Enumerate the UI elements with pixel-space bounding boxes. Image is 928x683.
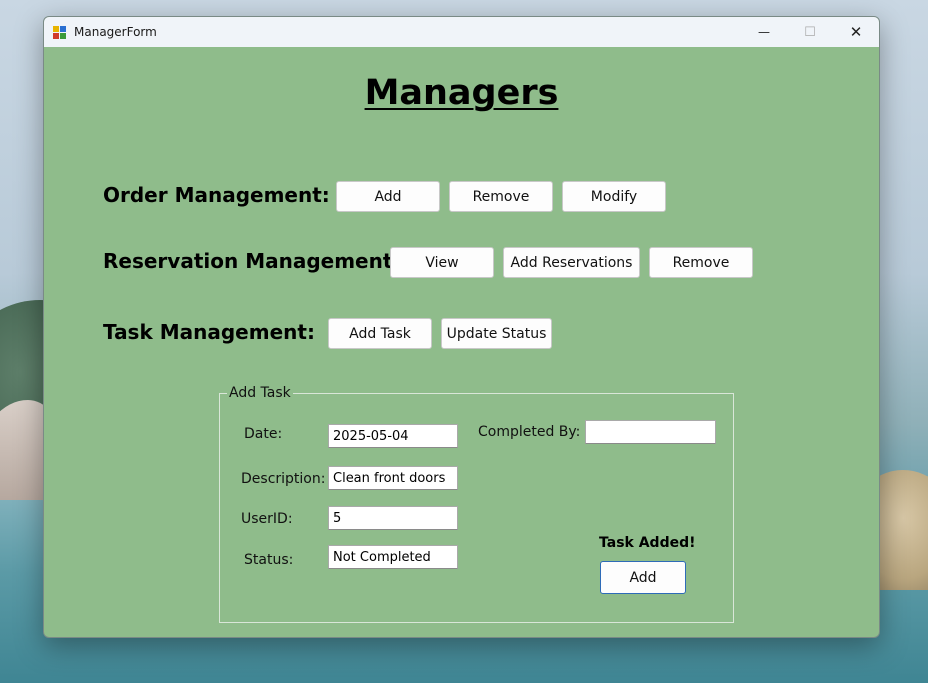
order-remove-button[interactable]: Remove — [449, 181, 553, 212]
manager-form-window: ManagerForm — ☐ ✕ Managers Order Managem… — [43, 16, 880, 638]
maximize-button[interactable]: ☐ — [787, 17, 833, 47]
reservation-remove-button[interactable]: Remove — [649, 247, 753, 278]
title-bar[interactable]: ManagerForm — ☐ ✕ — [44, 17, 879, 47]
userid-label: UserID: — [241, 511, 293, 527]
task-management-label: Task Management: — [103, 320, 315, 344]
date-label: Date: — [244, 426, 283, 442]
order-management-label: Order Management: — [103, 183, 330, 207]
completed-by-label: Completed By: — [478, 424, 581, 440]
task-add-button[interactable]: Add — [600, 561, 686, 594]
task-added-message: Task Added! — [599, 535, 696, 551]
date-field[interactable]: 2025-05-04 — [328, 424, 458, 448]
add-reservations-button[interactable]: Add Reservations — [503, 247, 640, 278]
description-field[interactable]: Clean front doors — [328, 466, 458, 490]
userid-field[interactable]: 5 — [328, 506, 458, 530]
order-add-button[interactable]: Add — [336, 181, 440, 212]
close-icon: ✕ — [849, 23, 863, 41]
page-title-text: Managers — [364, 73, 559, 113]
window-title: ManagerForm — [74, 25, 157, 39]
update-status-button[interactable]: Update Status — [441, 318, 552, 349]
minimize-button[interactable]: — — [741, 17, 787, 47]
app-icon — [53, 25, 67, 39]
add-task-button[interactable]: Add Task — [328, 318, 432, 349]
description-label: Description: — [241, 471, 326, 487]
minimize-icon: — — [758, 25, 770, 39]
reservation-management-label: Reservation Management: — [103, 249, 401, 273]
maximize-icon: ☐ — [804, 24, 816, 40]
order-modify-button[interactable]: Modify — [562, 181, 666, 212]
status-label: Status: — [244, 552, 294, 568]
completed-by-field[interactable] — [585, 420, 716, 444]
page-title: Managers — [44, 73, 879, 113]
reservation-view-button[interactable]: View — [390, 247, 494, 278]
status-field[interactable]: Not Completed — [328, 545, 458, 569]
add-task-group-title: Add Task — [227, 385, 293, 401]
close-button[interactable]: ✕ — [833, 17, 879, 47]
